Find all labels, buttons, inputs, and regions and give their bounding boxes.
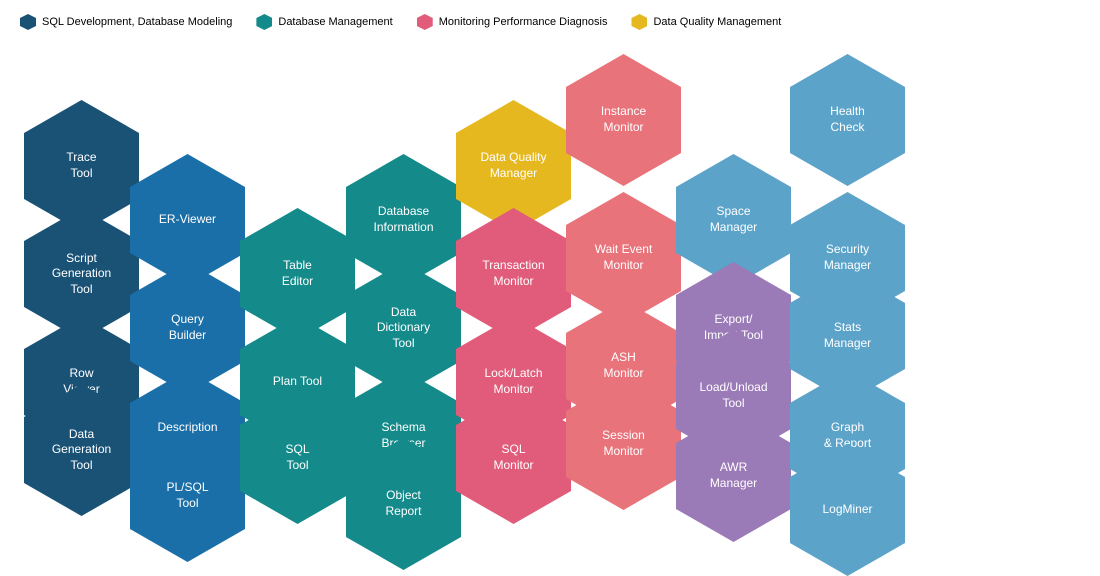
hex-instance-monitor[interactable]: InstanceMonitor [566,54,681,186]
hex-grid: TraceTool ScriptGenerationTool RowViewer… [0,0,1100,521]
hex-health-check[interactable]: HealthCheck [790,54,905,186]
